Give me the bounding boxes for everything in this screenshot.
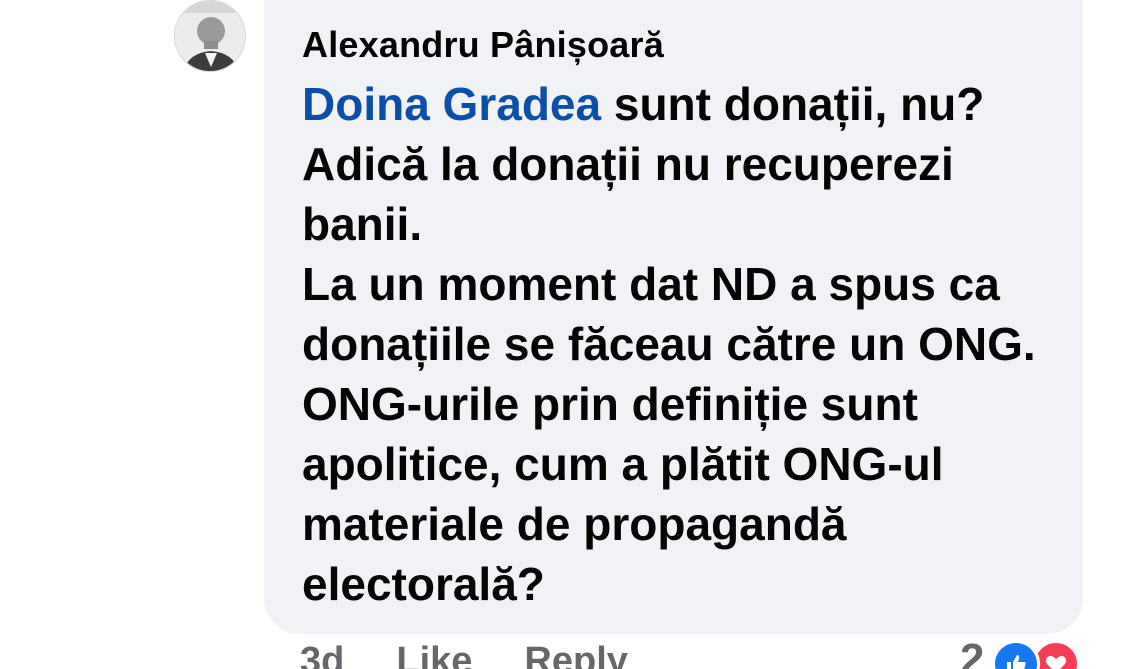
reaction-count: 2 bbox=[960, 635, 985, 669]
comment-text: Doina Gradea sunt donații, nu? Adică la … bbox=[302, 74, 1062, 614]
like-button[interactable]: Like bbox=[396, 640, 472, 669]
mention-link[interactable]: Doina Gradea bbox=[302, 78, 601, 130]
comment-body: sunt donații, nu? Adică la donații nu re… bbox=[302, 78, 1036, 610]
comment-actions: 3d Like Reply bbox=[300, 640, 628, 669]
reply-button[interactable]: Reply bbox=[524, 640, 627, 669]
thumbs-up-icon bbox=[992, 640, 1041, 669]
reaction-summary[interactable]: 2 bbox=[960, 635, 1081, 669]
avatar-image bbox=[175, 1, 245, 71]
comment-timestamp[interactable]: 3d bbox=[300, 640, 344, 669]
comment-view: Alexandru Pânișoară Doina Gradea sunt do… bbox=[0, 0, 1125, 669]
avatar[interactable] bbox=[174, 0, 246, 72]
comment-author[interactable]: Alexandru Pânișoară bbox=[302, 24, 664, 66]
